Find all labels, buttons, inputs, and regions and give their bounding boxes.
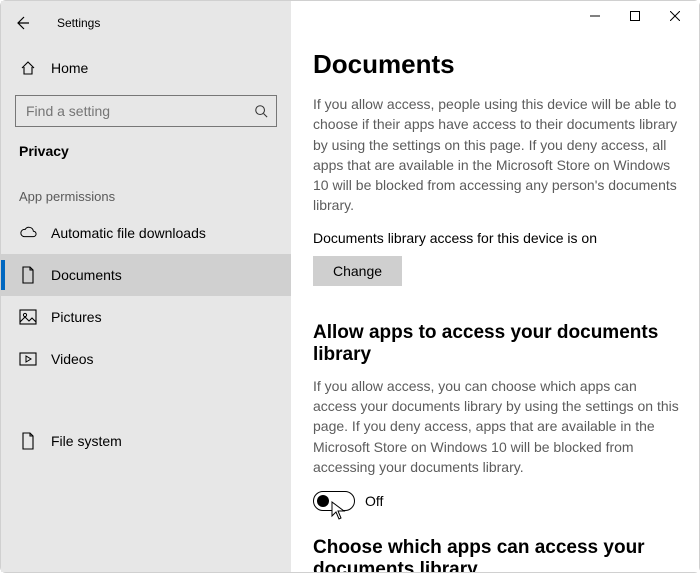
sidebar-item-file-system[interactable]: File system — [1, 420, 291, 462]
sidebar-item-label: Videos — [51, 351, 94, 367]
minimize-icon — [590, 11, 600, 21]
sidebar-item-pictures[interactable]: Pictures — [1, 296, 291, 338]
search-input[interactable] — [15, 95, 277, 127]
sidebar-subheader: App permissions — [1, 177, 291, 212]
sidebar-item-label: Automatic file downloads — [51, 225, 206, 241]
toggle-state-label: Off — [365, 493, 383, 509]
home-label: Home — [51, 60, 88, 76]
change-button[interactable]: Change — [313, 256, 402, 286]
window-controls — [575, 3, 695, 29]
section-label: Privacy — [1, 137, 291, 177]
pictures-icon — [19, 308, 37, 326]
intro-text: If you allow access, people using this d… — [313, 94, 679, 216]
choose-heading: Choose which apps can access your docume… — [313, 537, 679, 572]
search-icon — [253, 103, 269, 119]
allow-toggle[interactable] — [313, 491, 355, 511]
sidebar-item-label: Documents — [51, 267, 122, 283]
file-icon — [19, 432, 37, 450]
close-button[interactable] — [655, 3, 695, 29]
home-nav[interactable]: Home — [1, 49, 291, 87]
sidebar-item-label: File system — [51, 433, 122, 449]
content-pane: Documents If you allow access, people us… — [291, 1, 699, 572]
allow-heading: Allow apps to access your documents libr… — [313, 322, 679, 366]
back-button[interactable] — [7, 9, 37, 37]
videos-icon — [19, 350, 37, 368]
sidebar-item-documents[interactable]: Documents — [1, 254, 291, 296]
cloud-icon — [19, 224, 37, 242]
titlebar: Settings — [1, 9, 291, 37]
back-arrow-icon — [14, 15, 30, 31]
sidebar-item-videos[interactable]: Videos — [1, 338, 291, 380]
access-status: Documents library access for this device… — [313, 230, 679, 246]
page-title: Documents — [313, 49, 679, 80]
sidebar-item-automatic-file-downloads[interactable]: Automatic file downloads — [1, 212, 291, 254]
toggle-knob — [317, 495, 329, 507]
sidebar-item-label: Pictures — [51, 309, 102, 325]
maximize-button[interactable] — [615, 3, 655, 29]
close-icon — [670, 11, 680, 21]
sidebar: Settings Home Privacy App permissions Au… — [1, 1, 291, 572]
allow-body: If you allow access, you can choose whic… — [313, 376, 679, 477]
document-icon — [19, 266, 37, 284]
home-icon — [19, 59, 37, 77]
minimize-button[interactable] — [575, 3, 615, 29]
window-title: Settings — [57, 16, 100, 30]
maximize-icon — [630, 11, 640, 21]
